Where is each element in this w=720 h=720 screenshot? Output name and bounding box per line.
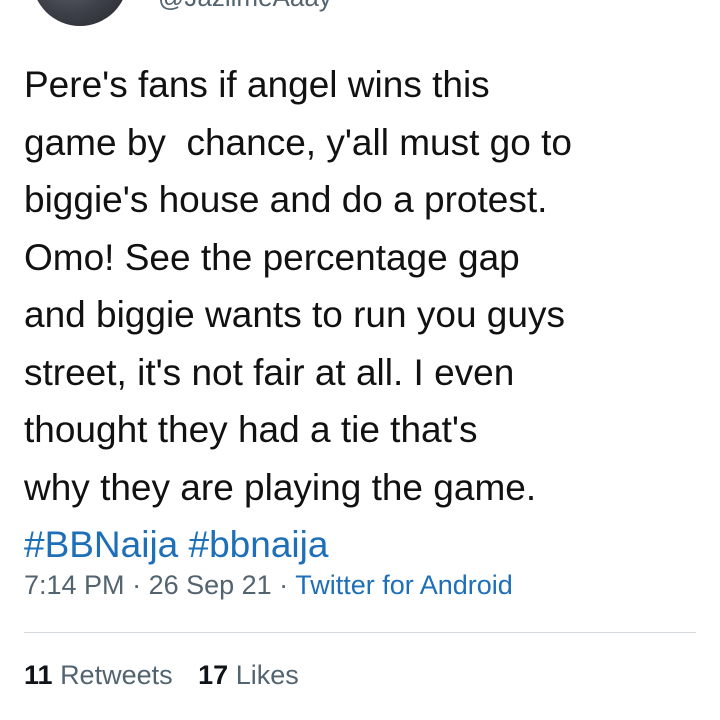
hashtag-links[interactable]: #BBNaija #bbnaija xyxy=(24,516,700,574)
likes-count: 17 xyxy=(198,660,229,690)
likes-label: Likes xyxy=(235,660,299,690)
divider xyxy=(24,632,696,633)
tweet-line: thought they had a tie that's xyxy=(24,409,478,450)
tweet-meta: 7:14 PM · 26 Sep 21 · Twitter for Androi… xyxy=(24,570,513,601)
retweets-stat[interactable]: 11 Retweets xyxy=(24,660,173,690)
tweet-line: why they are playing the game. xyxy=(24,466,537,508)
tweet-line: and biggie wants to run you guys xyxy=(24,294,565,335)
author-handle[interactable]: @JazlimeAaay xyxy=(158,0,332,13)
tweet-line: street, it's not fair at all. I even xyxy=(24,351,515,393)
tweet-text: Pere's fans if angel wins this game by c… xyxy=(24,56,700,574)
retweets-label: Retweets xyxy=(60,660,173,690)
tweet-line: game by chance, y'all must go to xyxy=(24,121,572,163)
tweet-line: Pere's fans if angel wins this xyxy=(24,64,490,105)
likes-stat[interactable]: 17 Likes xyxy=(198,660,299,690)
retweets-count: 11 xyxy=(24,660,53,690)
avatar[interactable] xyxy=(32,0,128,26)
tweet-source-link[interactable]: Twitter for Android xyxy=(295,570,513,600)
meta-separator: · xyxy=(124,570,149,600)
meta-separator: · xyxy=(271,570,296,600)
tweet-line: Omo! See the percentage gap xyxy=(24,236,520,278)
tweet-time[interactable]: 7:14 PM xyxy=(24,570,125,600)
tweet-line: biggie's house and do a protest. xyxy=(24,179,548,220)
tweet-date[interactable]: 26 Sep 21 xyxy=(149,570,272,600)
tweet-stats: 11 Retweets 17 Likes xyxy=(24,660,317,691)
